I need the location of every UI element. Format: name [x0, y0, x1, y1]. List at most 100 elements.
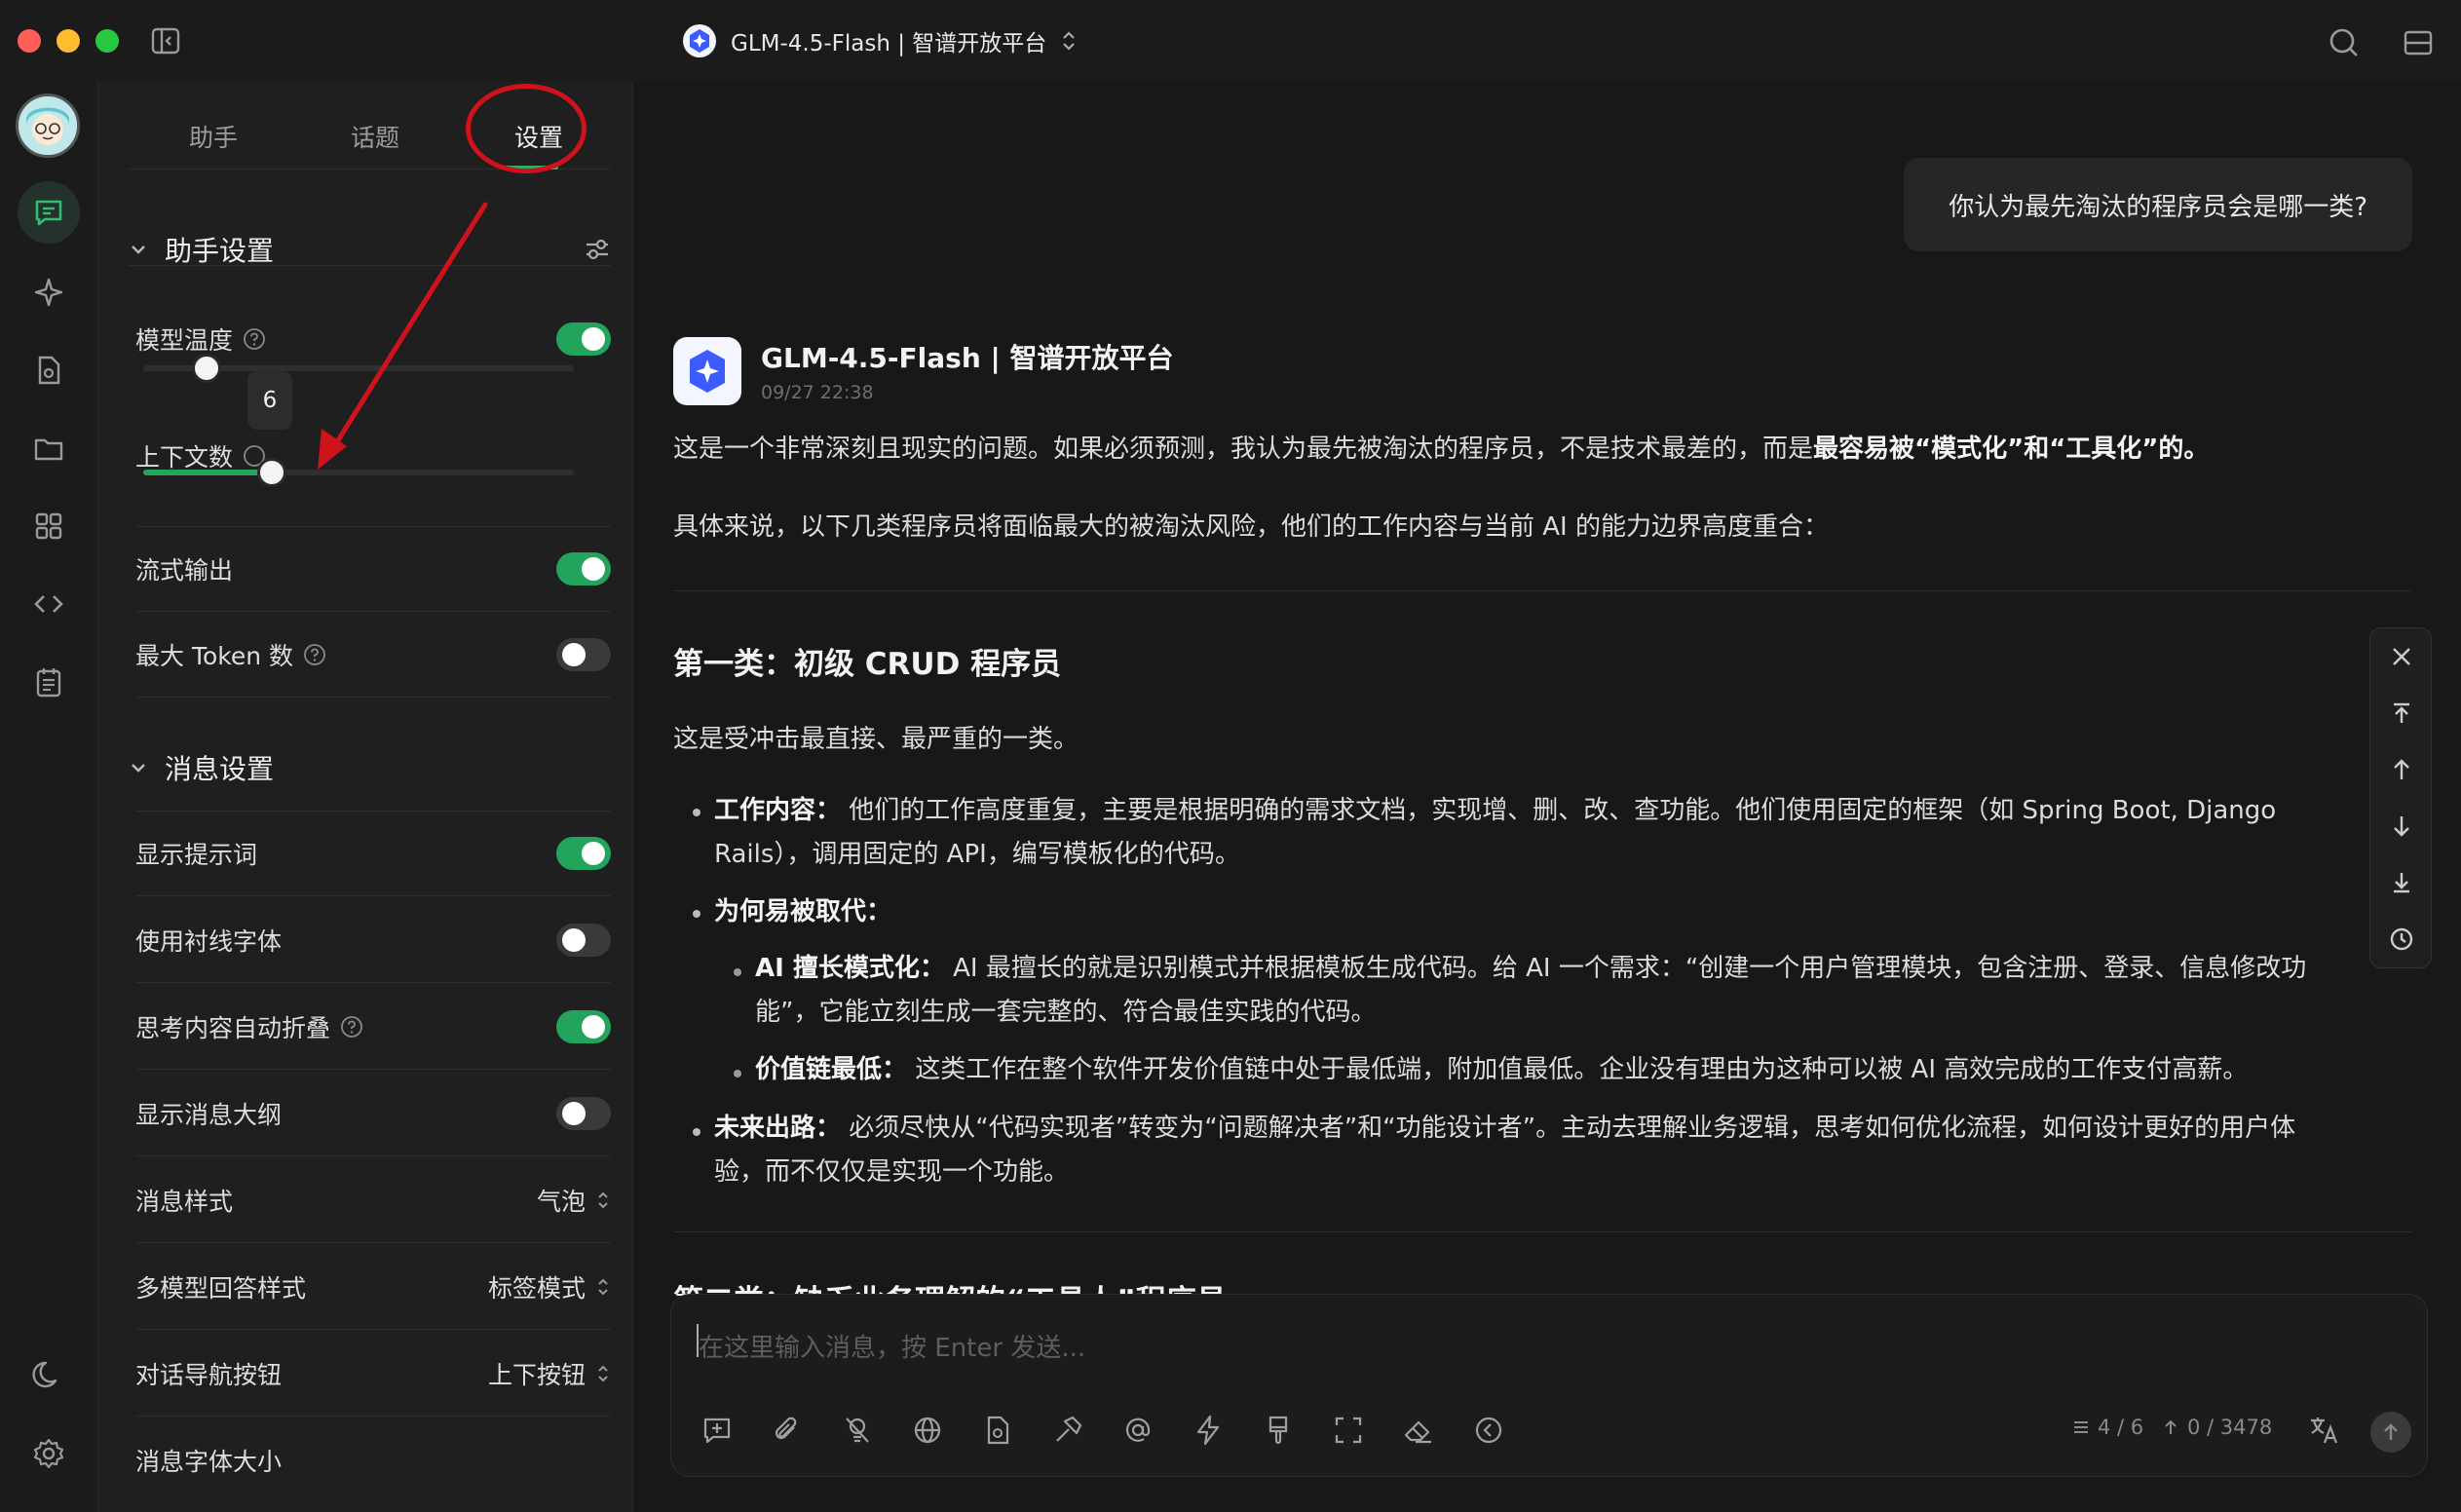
assistant-settings-header[interactable]: 助手设置: [128, 220, 611, 279]
close-icon[interactable]: [2370, 628, 2433, 685]
message-input-box[interactable]: 在这里输入消息，按 Enter 发送... 4 / 6 0 / 3478: [670, 1294, 2428, 1477]
hammer-icon[interactable]: [1047, 1410, 1088, 1451]
settings-panel: 助手 话题 设置 助手设置 模型温度 上下文数 6 流式输出 最大 Token …: [97, 82, 633, 1512]
stream-row: 流式输出: [135, 526, 611, 612]
scroll-bottom-icon[interactable]: [2370, 854, 2433, 911]
tab-topics[interactable]: 话题: [336, 107, 414, 166]
arrow-up-icon[interactable]: [2370, 741, 2433, 798]
minimize-window-button[interactable]: [57, 29, 80, 53]
code-nav-icon[interactable]: [18, 573, 80, 635]
stream-toggle[interactable]: [556, 552, 611, 586]
avatar[interactable]: [16, 94, 80, 158]
temperature-slider-thumb[interactable]: [192, 354, 221, 383]
maximize-window-button[interactable]: [95, 29, 119, 53]
list-item-bold: 价值链最低：: [755, 1055, 908, 1084]
title-bar: GLM-4.5-Flash | 智谱开放平台: [0, 0, 2461, 82]
layout-icon[interactable]: [2399, 23, 2438, 62]
arrow-up-icon: [2165, 1419, 2177, 1434]
sliders-icon[interactable]: [584, 236, 611, 263]
model-selector[interactable]: GLM-4.5-Flash | 智谱开放平台: [682, 21, 1078, 60]
nav-button-label: 对话导航按钮: [135, 1360, 283, 1389]
show-prompt-toggle[interactable]: [556, 837, 611, 870]
heading: 第一类：初级 CRUD 程序员: [673, 647, 1062, 682]
apps-nav-icon[interactable]: [18, 495, 80, 557]
translate-icon[interactable]: [2304, 1410, 2345, 1451]
list-item-bold: 工作内容：: [714, 796, 842, 825]
section-title: 助手设置: [165, 235, 275, 267]
moon-icon[interactable]: [18, 1342, 80, 1405]
chat-nav-icon[interactable]: [18, 181, 80, 244]
nav-button-select[interactable]: 上下按钮: [488, 1331, 611, 1417]
toggle-knob: [582, 557, 605, 581]
multi-model-select[interactable]: 标签模式: [488, 1244, 611, 1330]
knowledge-base-icon[interactable]: [977, 1410, 1018, 1451]
send-button[interactable]: [2370, 1412, 2411, 1453]
paragraph-text: 这是一个非常深刻且现实的问题。如果必须预测，我认为最先被淘汰的程序员，不是技术最…: [673, 435, 1814, 464]
toggle-knob: [582, 1015, 605, 1039]
list-item-text: AI 最擅长的就是识别模式并根据模板生成代码。给 AI 一个需求：“创建一个用户…: [944, 954, 2307, 983]
close-window-button[interactable]: [18, 29, 41, 53]
toggle-knob: [562, 1102, 586, 1125]
message-settings-header[interactable]: 消息设置: [128, 738, 611, 797]
context-slider[interactable]: [143, 458, 574, 487]
bullet: [693, 910, 700, 918]
max-token-toggle[interactable]: [556, 638, 611, 671]
tab-assistant[interactable]: 助手: [174, 107, 252, 166]
document-nav-icon[interactable]: [18, 339, 80, 401]
lightning-icon[interactable]: [1188, 1410, 1229, 1451]
paragraph: 具体来说，以下几类程序员将面临最大的被淘汰风险，他们的工作内容与当前 AI 的能…: [673, 512, 1829, 542]
zhipu-logo-icon: [690, 350, 725, 393]
select-value: 上下按钮: [487, 1361, 586, 1389]
message-outline-toggle[interactable]: [556, 1097, 611, 1130]
section-title: 消息设置: [165, 753, 275, 785]
fullscreen-icon[interactable]: [1328, 1410, 1369, 1451]
new-topic-icon[interactable]: [697, 1410, 738, 1451]
context-slider-thumb[interactable]: [257, 458, 286, 487]
no-think-icon[interactable]: [837, 1410, 878, 1451]
thinking-fold-toggle[interactable]: [556, 1010, 611, 1043]
message-style-select[interactable]: 气泡: [537, 1157, 611, 1243]
multi-model-row: 多模型回答样式 标签模式: [135, 1244, 611, 1330]
gear-icon[interactable]: [18, 1422, 80, 1485]
notes-nav-icon[interactable]: [18, 651, 80, 713]
context-count-value: 4 / 6: [2098, 1416, 2144, 1439]
list-item-bold: AI 擅长模式化：: [755, 954, 945, 983]
list-item: 价值链最低： 这类工作在整个软件开发价值链中处于最低端，附加值最低。企业没有理由…: [755, 1048, 2248, 1092]
mention-icon[interactable]: [1117, 1410, 1158, 1451]
globe-icon[interactable]: [907, 1410, 948, 1451]
sparkle-nav-icon[interactable]: [18, 261, 80, 323]
serif-font-toggle[interactable]: [556, 924, 611, 957]
search-icon[interactable]: [2325, 23, 2364, 62]
attachment-icon[interactable]: [767, 1410, 808, 1451]
max-token-row: 最大 Token 数: [135, 612, 611, 698]
message-style-row: 消息样式 气泡: [135, 1157, 611, 1243]
toggle-knob: [582, 327, 605, 351]
paragraph-bold: 最容易被“模式化”和“工具化”的。: [1813, 435, 2210, 464]
history-icon[interactable]: [2370, 911, 2433, 967]
sidebar-toggle-icon[interactable]: [148, 23, 183, 58]
collapse-icon[interactable]: [1468, 1410, 1509, 1451]
list-icon: [2074, 1421, 2088, 1433]
help-icon[interactable]: [340, 1015, 363, 1039]
message-style-label: 消息样式: [135, 1187, 234, 1216]
conversation-nav: [2369, 627, 2432, 968]
serif-font-row: 使用衬线字体: [135, 897, 611, 983]
list-item-text: 他们的工作高度重复，主要是根据明确的需求文档，实现增、删、改、查功能。他们使用固…: [841, 796, 2277, 825]
scroll-top-icon[interactable]: [2370, 685, 2433, 741]
context-row: 上下文数: [135, 427, 611, 485]
chevron-updown-icon: [598, 1365, 608, 1382]
arrow-down-icon[interactable]: [2370, 798, 2433, 854]
temperature-slider[interactable]: [143, 354, 574, 383]
bullet: [693, 809, 700, 816]
help-icon[interactable]: [243, 327, 266, 351]
thinking-fold-row: 思考内容自动折叠: [135, 984, 611, 1070]
list-item-bold: 未来出路：: [714, 1114, 842, 1143]
eraser-icon[interactable]: [1398, 1410, 1439, 1451]
help-icon[interactable]: [303, 643, 326, 666]
bullet: [693, 1128, 700, 1136]
folder-nav-icon[interactable]: [18, 417, 80, 479]
paintbrush-icon[interactable]: [1258, 1410, 1299, 1451]
context-slider-fill: [143, 470, 272, 475]
temperature-toggle[interactable]: [556, 322, 611, 356]
message-input[interactable]: 在这里输入消息，按 Enter 发送...: [699, 1328, 1085, 1364]
